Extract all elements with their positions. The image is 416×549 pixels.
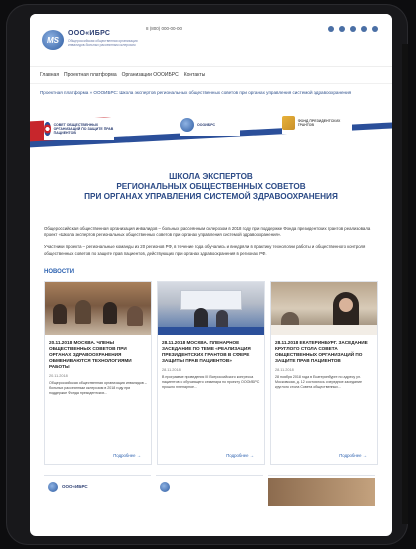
vk-icon[interactable] [339,26,345,32]
nav-item-organizations[interactable]: Организации ОООИБРС [122,72,179,78]
ooibrs-logo-icon [48,481,58,492]
description-paragraph-1: Общероссийская общественная организация … [44,226,371,238]
brand-tagline: Общероссийская общественная организация … [68,39,138,47]
ooibrs-logo-icon [160,481,170,492]
banner-title-line-3: ПРИ ОРГАНАХ УПРАВЛЕНИЯ СИСТЕМОЙ ЗДРАВООХ… [84,192,338,201]
news-card[interactable] [156,474,263,506]
project-description: Общероссийская общественная организация … [30,222,392,257]
news-title[interactable]: 20.11.2018 МОСКВА. ЧЛЕНЫ ОБЩЕСТВЕННЫХ СО… [45,335,151,370]
partner-council-name: СОВЕТ ОБЩЕСТВЕННЫХ ОРГАНИЗАЦИЙ ПО ЗАЩИТЕ… [53,123,114,135]
tablet-frame: MS ООО«ИБРС Общероссийская общественная … [6,4,408,545]
nav-item-home[interactable]: Главная [40,72,59,78]
news-grid-next-row: ООО«ИБРС [30,465,392,506]
news-date: 28.11.2018 [162,367,181,372]
news-heading: НОВОСТИ [44,268,75,275]
read-more-link[interactable]: Подробнее → [113,453,141,458]
logo-letters: MS [47,35,59,45]
project-banner: СОВЕТ ОБЩЕСТВЕННЫХ ОРГАНИЗАЦИЙ ПО ЗАЩИТЕ… [30,102,392,222]
banner-title-line-1: ШКОЛА ЭКСПЕРТОВ [169,172,253,181]
ooibrs-logo-icon [180,118,194,132]
news-photo[interactable] [45,281,151,335]
phone-number[interactable]: 8 (800) 000-00-00 [146,26,182,31]
news-photo[interactable] [158,281,264,335]
news-card[interactable] [268,474,375,506]
news-excerpt: В программе проведения III Всероссийског… [162,374,260,389]
nav-item-contacts[interactable]: Контакты [184,72,206,78]
news-title[interactable]: 28.11.2018 ЕКАТЕРИНБУРГ. ЗАСЕДАНИЕ КРУГЛ… [271,335,377,364]
facebook-icon[interactable] [350,26,356,32]
main-nav: Главная Проектная платформа Организации … [30,67,392,84]
news-grid: 20.11.2018 МОСКВА. ЧЛЕНЫ ОБЩЕСТВЕННЫХ СО… [30,280,392,465]
news-excerpt: 28 ноября 2018 года в Екатеринбурге по а… [275,374,363,389]
site-header: MS ООО«ИБРС Общероссийская общественная … [30,14,392,67]
council-logo-icon [44,122,51,136]
phone-icon[interactable] [328,26,334,32]
news-title[interactable]: 28.11.2018 МОСКВА. ПЛЕНАРНОЕ ЗАСЕДАНИЕ П… [158,335,264,364]
news-date: 20.11.2018 [49,373,68,378]
news-card[interactable]: 20.11.2018 МОСКВА. ЧЛЕНЫ ОБЩЕСТВЕННЫХ СО… [44,280,152,465]
news-card[interactable]: 28.11.2018 МОСКВА. ПЛЕНАРНОЕ ЗАСЕДАНИЕ П… [157,280,265,465]
brand-name[interactable]: ООО«ИБРС [68,30,110,37]
read-more-link[interactable]: Подробнее → [226,453,254,458]
banner-title: ШКОЛА ЭКСПЕРТОВ РЕГИОНАЛЬНЫХ ОБЩЕСТВЕННЫ… [30,172,392,202]
partner-ooibrs: ОООИБРС [180,114,240,136]
news-date: 28.11.2018 [275,367,294,372]
read-more-link[interactable]: Подробнее → [339,453,367,458]
banner-title-line-2: РЕГИОНАЛЬНЫХ ОБЩЕСТВЕННЫХ СОВЕТОВ [116,182,306,191]
news-excerpt: Общероссийская общественная организация … [49,380,147,395]
news-photo[interactable] [268,477,375,506]
breadcrumb[interactable]: Проектная платформа » ОООИБРС: Школа экс… [30,84,392,96]
news-photo[interactable] [271,281,377,335]
news-card[interactable]: 28.11.2018 ЕКАТЕРИНБУРГ. ЗАСЕДАНИЕ КРУГЛ… [270,280,378,465]
description-paragraph-2: Участники проекта – региональные команды… [44,244,366,256]
youtube-icon[interactable] [361,26,367,32]
partner-ooibrs-name: ОООИБРС [197,123,215,127]
news-card[interactable]: ООО«ИБРС [44,474,151,506]
search-icon[interactable] [372,26,378,32]
social-icons [328,26,378,32]
site-logo[interactable]: MS [42,30,64,50]
partner-grants-fund: ФОНД ПРЕЗИДЕНТСКИХ ГРАНТОВ [282,112,352,134]
device-side-edge [402,44,408,524]
brand-name: ООО«ИБРС [62,483,88,489]
browser-viewport[interactable]: MS ООО«ИБРС Общероссийская общественная … [30,14,392,536]
partner-council: СОВЕТ ОБЩЕСТВЕННЫХ ОРГАНИЗАЦИЙ ПО ЗАЩИТЕ… [44,118,114,140]
partner-grants-fund-name: ФОНД ПРЕЗИДЕНТСКИХ ГРАНТОВ [297,119,341,127]
grants-fund-logo-icon [282,116,295,130]
nav-item-platform[interactable]: Проектная платформа [64,72,117,78]
